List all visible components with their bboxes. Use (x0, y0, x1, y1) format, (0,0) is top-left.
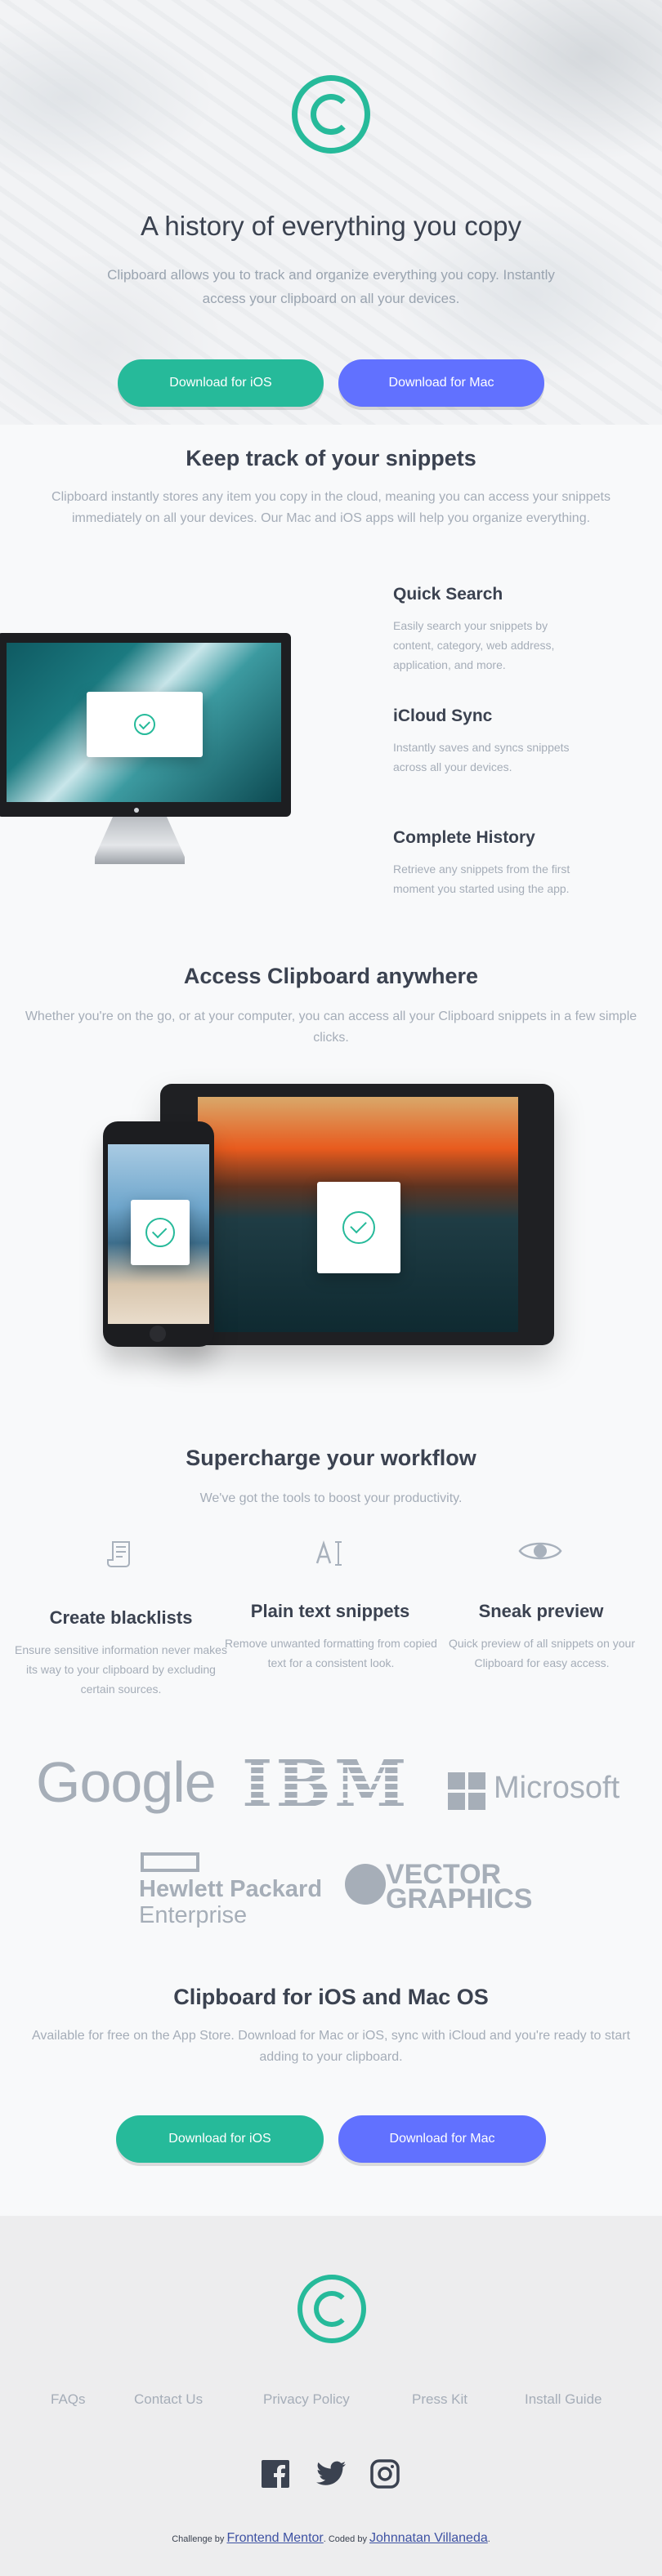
feature-title-quick-search: Quick Search (393, 585, 503, 604)
footer-link-install-guide[interactable]: Install Guide (525, 2391, 602, 2408)
feature-title-icloud-sync: iCloud Sync (393, 706, 493, 725)
hero-download-ios-button[interactable]: Download for iOS (118, 359, 324, 407)
hero-section: A history of everything you copy Clipboa… (0, 0, 662, 425)
access-description: Whether you're on the go, or at your com… (25, 1009, 637, 1045)
microsoft-logo: Microsoft (494, 1771, 620, 1805)
facebook-icon[interactable] (260, 2458, 291, 2489)
ibm-logo: IBM (242, 1745, 410, 1822)
footer-link-press-kit[interactable]: Press Kit (412, 2391, 467, 2408)
workflow-desc-plain-text: Remove unwanted formatting from copied t… (225, 1637, 437, 1669)
monitor-image (0, 633, 291, 817)
cta-title: Clipboard for iOS and Mac OS (173, 1985, 489, 2009)
workflow-title-sneak-preview: Sneak preview (478, 1601, 604, 1621)
tablet-check-card (317, 1182, 400, 1273)
hero-description: Clipboard allows you to track and organi… (107, 267, 555, 306)
instagram-icon[interactable] (369, 2458, 400, 2489)
check-icon (134, 714, 155, 735)
phone-image (103, 1121, 214, 1347)
feature-desc-complete-history: Retrieve any snippets from the first mom… (393, 862, 570, 895)
google-logo: Google (36, 1750, 217, 1814)
hp-logo-line1: Hewlett Packard (139, 1876, 323, 1902)
vector-graphics-logo-icon (345, 1864, 386, 1905)
author-link[interactable]: Johnnatan Villaneda (369, 2531, 488, 2545)
workflow-title-plain-text: Plain text snippets (250, 1601, 410, 1621)
footer-link-faqs[interactable]: FAQs (51, 2391, 86, 2408)
attribution: Challenge by Frontend Mentor. Coded by J… (0, 2531, 662, 2546)
hp-logo-line2: Enterprise (139, 1902, 248, 1928)
workflow-desc-sneak-preview: Quick preview of all snippets on your Cl… (449, 1637, 635, 1669)
phone-check-card (131, 1200, 190, 1265)
vector-graphics-line2: GRAPHICS (386, 1883, 533, 1914)
workflow-title: Supercharge your workflow (186, 1446, 476, 1470)
blacklist-icon (105, 1537, 137, 1574)
eye-icon (518, 1537, 562, 1569)
hero-title: A history of everything you copy (141, 211, 521, 241)
workflow-description: We've got the tools to boost your produc… (199, 1491, 463, 1505)
snippets-description: Clipboard instantly stores any item you … (51, 490, 611, 525)
access-title: Access Clipboard anywhere (183, 964, 479, 988)
snippets-title: Keep track of your snippets (186, 446, 476, 470)
check-icon (145, 1218, 175, 1247)
workflow-desc-blacklists: Ensure sensitive information never makes… (15, 1643, 227, 1696)
footer-link-contact[interactable]: Contact Us (134, 2391, 203, 2408)
monitor-stand (95, 817, 185, 864)
cta-download-mac-button[interactable]: Download for Mac (338, 2115, 546, 2163)
apple-icon (134, 808, 139, 813)
cta-description: Available for free on the App Store. Dow… (31, 2029, 631, 2064)
cta-download-ios-button[interactable]: Download for iOS (116, 2115, 324, 2163)
twitter-icon[interactable] (315, 2458, 347, 2489)
monitor-check-card (87, 692, 203, 757)
check-icon (342, 1211, 375, 1244)
microsoft-logo-icon (448, 1772, 485, 1810)
frontend-mentor-link[interactable]: Frontend Mentor (226, 2531, 323, 2545)
footer-clipboard-logo-icon (297, 2275, 366, 2343)
tablet-image (160, 1084, 554, 1345)
hero-download-mac-button[interactable]: Download for Mac (338, 359, 544, 407)
hp-logo-icon (141, 1852, 199, 1872)
feature-desc-icloud-sync: Instantly saves and syncs snippets acros… (393, 741, 570, 773)
clipboard-logo-icon (292, 75, 370, 154)
footer-link-privacy[interactable]: Privacy Policy (263, 2391, 350, 2408)
credit-mid: . Coded by (323, 2534, 367, 2544)
home-button (150, 1326, 166, 1342)
feature-title-complete-history: Complete History (393, 828, 535, 847)
feature-desc-quick-search: Easily search your snippets by content, … (393, 619, 555, 671)
landing-page: A history of everything you copy Clipboa… (0, 0, 662, 2576)
workflow-title-blacklists: Create blacklists (49, 1607, 193, 1628)
text-icon (314, 1537, 347, 1574)
credit-suffix: . (487, 2534, 490, 2544)
credit-prefix: Challenge by (172, 2534, 225, 2544)
